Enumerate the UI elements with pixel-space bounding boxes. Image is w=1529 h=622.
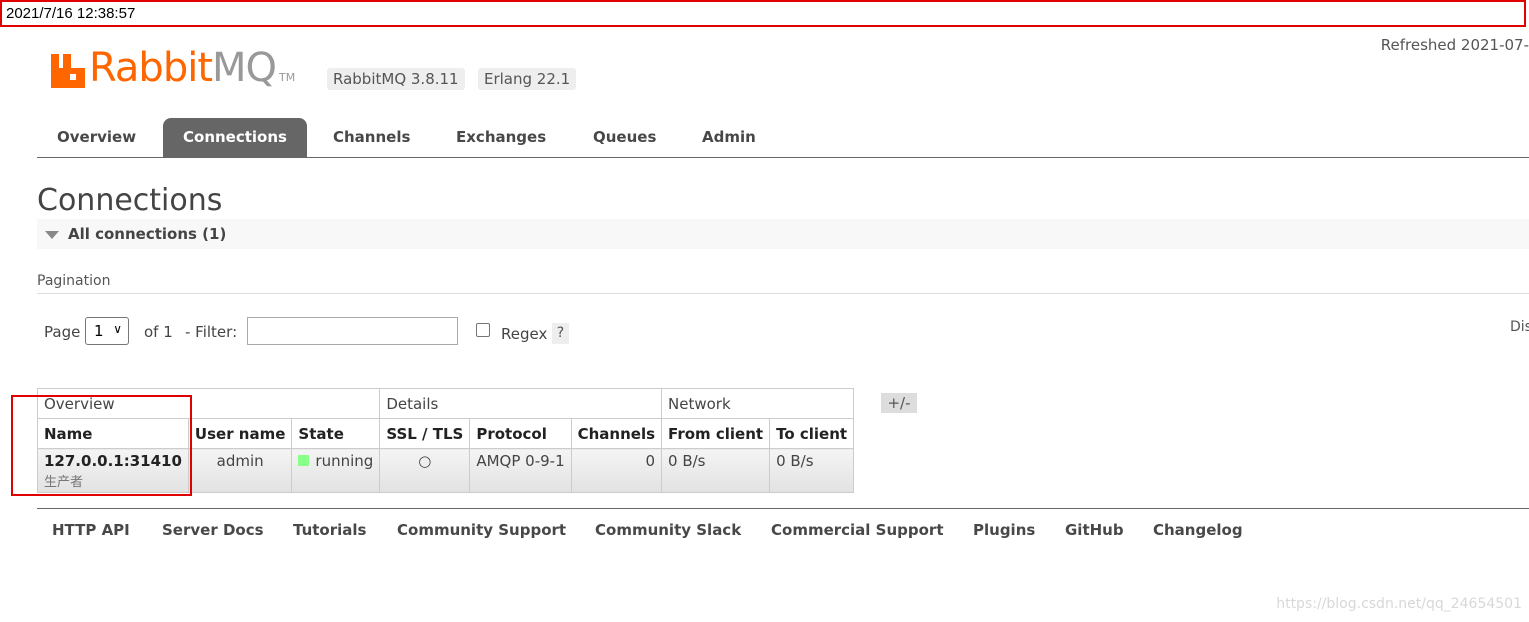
connection-name-link[interactable]: 127.0.0.1:31410 <box>44 452 182 470</box>
page-select[interactable]: 1 ∨ <box>85 317 129 345</box>
logo-word-mq: MQ <box>212 45 277 91</box>
to-client-cell: 0 B/s <box>769 448 855 493</box>
state-text: running <box>315 452 374 470</box>
column-header-ssl-tls[interactable]: SSL / TLS <box>379 418 471 449</box>
connection-client-label: 生产者 <box>44 475 84 490</box>
column-header-user-name[interactable]: User name <box>187 418 293 449</box>
tab-connections[interactable]: Connections <box>163 118 307 157</box>
footer-link-community-support[interactable]: Community Support <box>397 521 566 539</box>
column-header-name[interactable]: Name <box>37 418 189 449</box>
section-label: All connections (1) <box>68 225 227 243</box>
truncated-right-control[interactable]: Dis <box>1510 319 1529 335</box>
page-select-value: 1 <box>94 322 104 340</box>
watermark-text: https://blog.csdn.net/qq_24654501 <box>1276 596 1522 612</box>
protocol-cell: AMQP 0-9-1 <box>469 448 572 493</box>
column-header-channels[interactable]: Channels <box>570 418 663 449</box>
refreshed-status: Refreshed 2021-07- <box>1380 36 1529 54</box>
filter-label: - Filter: <box>185 323 238 341</box>
regex-help-button[interactable]: ? <box>552 323 569 344</box>
footer-link-server-docs[interactable]: Server Docs <box>162 521 264 539</box>
from-client-cell: 0 B/s <box>661 448 771 493</box>
group-header-details: Details <box>379 388 663 419</box>
footer-link-community-slack[interactable]: Community Slack <box>595 521 741 539</box>
state-running-indicator-icon <box>298 455 310 466</box>
timestamp-bar: 2021/7/16 12:38:57 <box>0 0 1526 27</box>
tab-exchanges[interactable]: Exchanges <box>436 118 566 157</box>
column-toggle-button[interactable]: +/- <box>881 393 917 413</box>
filter-input[interactable] <box>247 317 458 345</box>
group-header-overview: Overview <box>36 388 381 419</box>
column-header-protocol[interactable]: Protocol <box>469 418 572 449</box>
tab-queues[interactable]: Queues <box>573 118 676 157</box>
all-connections-section-toggle[interactable]: All connections (1) <box>37 219 1529 249</box>
erlang-version-badge: Erlang 22.1 <box>478 68 577 90</box>
collapse-arrow-icon <box>45 231 59 239</box>
footer-link-plugins[interactable]: Plugins <box>973 521 1035 539</box>
column-header-to-client[interactable]: To client <box>769 418 855 449</box>
state-cell: running <box>291 448 381 493</box>
footer-link-github[interactable]: GitHub <box>1065 521 1124 539</box>
footer-link-commercial-support[interactable]: Commercial Support <box>771 521 944 539</box>
rabbit-logo-icon <box>51 54 85 88</box>
logo-trademark: TM <box>279 71 296 84</box>
ssl-tls-cell: ○ <box>379 448 471 493</box>
footer-link-tutorials[interactable]: Tutorials <box>293 521 366 539</box>
group-header-network: Network <box>661 388 855 419</box>
divider <box>37 293 1529 294</box>
timestamp-text: 2021/7/16 12:38:57 <box>6 5 136 22</box>
regex-checkbox[interactable] <box>476 323 490 337</box>
page-count-label: of 1 <box>144 323 173 341</box>
tab-channels[interactable]: Channels <box>313 118 430 157</box>
column-header-from-client[interactable]: From client <box>661 418 771 449</box>
page-label: Page <box>44 323 81 341</box>
regex-label: Regex <box>501 325 548 343</box>
footer-link-http-api[interactable]: HTTP API <box>52 521 130 539</box>
table-group-header-row: Overview Details Network <box>36 388 855 419</box>
footer-link-changelog[interactable]: Changelog <box>1153 521 1243 539</box>
logo-word-rabbit: Rabbit <box>89 45 213 91</box>
channels-cell: 0 <box>570 448 663 493</box>
footer-divider <box>37 508 1529 509</box>
connections-table: Overview Details Network Name User name … <box>36 388 855 493</box>
tab-admin[interactable]: Admin <box>682 118 776 157</box>
table-column-header-row: Name User name State SSL / TLS Protocol … <box>37 418 855 449</box>
logo-wordmark: RabbitMQ <box>89 45 277 91</box>
main-nav-tabs: Overview Connections Channels Exchanges … <box>37 118 1529 158</box>
tab-overview[interactable]: Overview <box>37 118 156 157</box>
rabbitmq-version-badge: RabbitMQ 3.8.11 <box>327 68 465 90</box>
user-name-cell: admin <box>187 448 293 493</box>
chevron-down-icon: ∨ <box>113 322 122 336</box>
page-title: Connections <box>37 183 223 218</box>
pagination-heading: Pagination <box>37 273 111 289</box>
rabbitmq-logo[interactable]: RabbitMQ TM <box>51 44 295 88</box>
column-header-state[interactable]: State <box>291 418 381 449</box>
table-row[interactable]: 127.0.0.1:31410 生产者 admin running ○ AMQP… <box>37 448 855 493</box>
connection-name-cell[interactable]: 127.0.0.1:31410 生产者 <box>37 448 189 493</box>
